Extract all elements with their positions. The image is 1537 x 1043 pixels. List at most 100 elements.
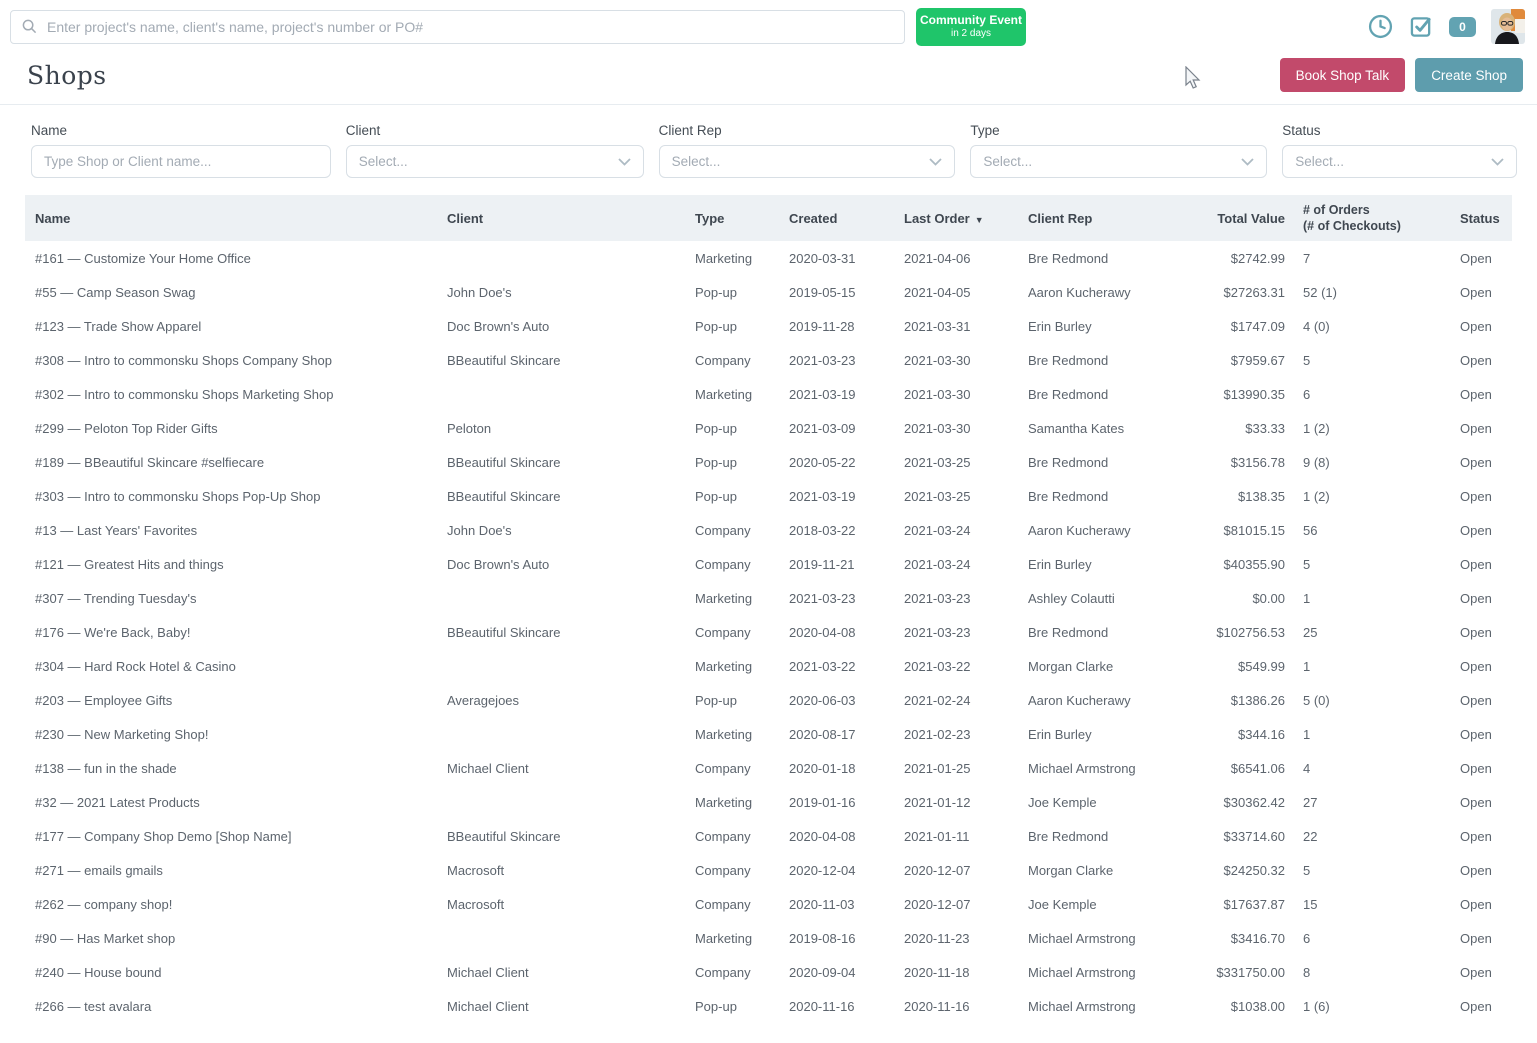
- global-search-input[interactable]: [10, 10, 905, 44]
- cell-shop-name[interactable]: #303 — Intro to commonsku Shops Pop-Up S…: [25, 489, 437, 504]
- avatar[interactable]: [1491, 9, 1525, 44]
- cell-last-order: 2021-01-25: [894, 761, 1018, 776]
- column-header-client-rep[interactable]: Client Rep: [1018, 211, 1203, 226]
- filter-name-input[interactable]: [44, 154, 318, 169]
- community-event-badge[interactable]: Community Event in 2 days: [916, 8, 1026, 46]
- column-header-orders[interactable]: # of Orders (# of Checkouts): [1303, 202, 1460, 235]
- cell-shop-name[interactable]: #189 — BBeautiful Skincare #selfiecare: [25, 455, 437, 470]
- cell-orders: 5: [1303, 863, 1460, 878]
- chevron-down-icon: [618, 158, 631, 166]
- filter-client-label: Client: [346, 123, 644, 138]
- table-row[interactable]: #176 — We're Back, Baby! BBeautiful Skin…: [25, 615, 1512, 649]
- cell-shop-name[interactable]: #299 — Peloton Top Rider Gifts: [25, 421, 437, 436]
- table-row[interactable]: #55 — Camp Season Swag John Doe's Pop-up…: [25, 275, 1512, 309]
- cell-shop-name[interactable]: #176 — We're Back, Baby!: [25, 625, 437, 640]
- cell-shop-name[interactable]: #240 — House bound: [25, 965, 437, 980]
- cell-last-order: 2021-03-30: [894, 421, 1018, 436]
- column-header-name[interactable]: Name: [25, 211, 437, 226]
- table-row[interactable]: #189 — BBeautiful Skincare #selfiecare B…: [25, 445, 1512, 479]
- filter-status-select[interactable]: Select...: [1282, 145, 1517, 178]
- cell-shop-name[interactable]: #230 — New Marketing Shop!: [25, 727, 437, 742]
- cell-shop-name[interactable]: #262 — company shop!: [25, 897, 437, 912]
- table-row[interactable]: #304 — Hard Rock Hotel & Casino Marketin…: [25, 649, 1512, 683]
- cell-last-order: 2021-03-22: [894, 659, 1018, 674]
- table-row[interactable]: #121 — Greatest Hits and things Doc Brow…: [25, 547, 1512, 581]
- tasks-icon[interactable]: [1408, 14, 1434, 40]
- filter-client-rep-select[interactable]: Select...: [659, 145, 956, 178]
- cell-shop-name[interactable]: #123 — Trade Show Apparel: [25, 319, 437, 334]
- cell-shop-name[interactable]: #266 — test avalara: [25, 999, 437, 1014]
- column-header-last-order[interactable]: Last Order▼: [894, 211, 1018, 226]
- cell-client-rep: Erin Burley: [1018, 319, 1203, 334]
- cell-total-value: $102756.53: [1203, 625, 1303, 640]
- cell-shop-name[interactable]: #161 — Customize Your Home Office: [25, 251, 437, 266]
- column-header-total-value[interactable]: Total Value: [1203, 211, 1303, 226]
- filter-type-select[interactable]: Select...: [970, 145, 1267, 178]
- column-header-orders-line1: # of Orders: [1303, 202, 1460, 218]
- table-row[interactable]: #271 — emails gmails Macrosoft Company 2…: [25, 853, 1512, 887]
- clock-icon[interactable]: [1367, 14, 1393, 40]
- table-row[interactable]: #308 — Intro to commonsku Shops Company …: [25, 343, 1512, 377]
- filter-type-value: Select...: [983, 154, 1032, 169]
- cell-shop-name[interactable]: #177 — Company Shop Demo [Shop Name]: [25, 829, 437, 844]
- cell-shop-name[interactable]: #307 — Trending Tuesday's: [25, 591, 437, 606]
- cell-client-rep: Bre Redmond: [1018, 455, 1203, 470]
- cell-status: Open: [1460, 285, 1512, 300]
- table-row[interactable]: #32 — 2021 Latest Products Marketing 201…: [25, 785, 1512, 819]
- cell-last-order: 2021-01-11: [894, 829, 1018, 844]
- cell-shop-name[interactable]: #121 — Greatest Hits and things: [25, 557, 437, 572]
- cell-last-order: 2021-02-24: [894, 693, 1018, 708]
- cell-shop-name[interactable]: #55 — Camp Season Swag: [25, 285, 437, 300]
- column-header-type[interactable]: Type: [685, 211, 779, 226]
- table-row[interactable]: #123 — Trade Show Apparel Doc Brown's Au…: [25, 309, 1512, 343]
- cell-total-value: $27263.31: [1203, 285, 1303, 300]
- cell-created: 2021-03-23: [779, 353, 894, 368]
- table-row[interactable]: #138 — fun in the shade Michael Client C…: [25, 751, 1512, 785]
- filter-client-select[interactable]: Select...: [346, 145, 644, 178]
- cell-shop-name[interactable]: #138 — fun in the shade: [25, 761, 437, 776]
- sort-descending-icon: ▼: [975, 215, 984, 225]
- table-row[interactable]: #90 — Has Market shop Marketing 2019-08-…: [25, 921, 1512, 955]
- cell-created: 2019-11-28: [779, 319, 894, 334]
- table-row[interactable]: #13 — Last Years' Favorites John Doe's C…: [25, 513, 1512, 547]
- table-row[interactable]: #307 — Trending Tuesday's Marketing 2021…: [25, 581, 1512, 615]
- table-row[interactable]: #266 — test avalara Michael Client Pop-u…: [25, 989, 1512, 1023]
- table-row[interactable]: #299 — Peloton Top Rider Gifts Peloton P…: [25, 411, 1512, 445]
- table-row[interactable]: #303 — Intro to commonsku Shops Pop-Up S…: [25, 479, 1512, 513]
- cell-shop-name[interactable]: #271 — emails gmails: [25, 863, 437, 878]
- table-row[interactable]: #262 — company shop! Macrosoft Company 2…: [25, 887, 1512, 921]
- table-row[interactable]: #161 — Customize Your Home Office Market…: [25, 241, 1512, 275]
- cell-created: 2018-03-22: [779, 523, 894, 538]
- filter-client-rep-label: Client Rep: [659, 123, 956, 138]
- book-shop-talk-button[interactable]: Book Shop Talk: [1280, 58, 1406, 92]
- cell-client: BBeautiful Skincare: [437, 489, 685, 504]
- cell-shop-name[interactable]: #203 — Employee Gifts: [25, 693, 437, 708]
- cell-created: 2020-05-22: [779, 455, 894, 470]
- cell-created: 2021-03-22: [779, 659, 894, 674]
- cell-shop-name[interactable]: #304 — Hard Rock Hotel & Casino: [25, 659, 437, 674]
- cell-status: Open: [1460, 761, 1512, 776]
- cell-shop-name[interactable]: #308 — Intro to commonsku Shops Company …: [25, 353, 437, 368]
- notification-count-badge[interactable]: 0: [1449, 17, 1476, 37]
- global-search[interactable]: [10, 10, 905, 44]
- column-header-created[interactable]: Created: [779, 211, 894, 226]
- cell-orders: 4: [1303, 761, 1460, 776]
- cell-client: John Doe's: [437, 285, 685, 300]
- table-row[interactable]: #240 — House bound Michael Client Compan…: [25, 955, 1512, 989]
- cell-shop-name[interactable]: #302 — Intro to commonsku Shops Marketin…: [25, 387, 437, 402]
- cell-shop-name[interactable]: #32 — 2021 Latest Products: [25, 795, 437, 810]
- cell-shop-name[interactable]: #90 — Has Market shop: [25, 931, 437, 946]
- column-header-status[interactable]: Status: [1460, 211, 1512, 226]
- cell-type: Pop-up: [685, 693, 779, 708]
- create-shop-button[interactable]: Create Shop: [1415, 58, 1523, 92]
- table-row[interactable]: #230 — New Marketing Shop! Marketing 202…: [25, 717, 1512, 751]
- table-row[interactable]: #302 — Intro to commonsku Shops Marketin…: [25, 377, 1512, 411]
- table-row[interactable]: #177 — Company Shop Demo [Shop Name] BBe…: [25, 819, 1512, 853]
- column-header-client[interactable]: Client: [437, 211, 685, 226]
- cell-shop-name[interactable]: #13 — Last Years' Favorites: [25, 523, 437, 538]
- cell-orders: 25: [1303, 625, 1460, 640]
- cell-orders: 56: [1303, 523, 1460, 538]
- cell-type: Company: [685, 625, 779, 640]
- cell-client: Peloton: [437, 421, 685, 436]
- table-row[interactable]: #203 — Employee Gifts Averagejoes Pop-up…: [25, 683, 1512, 717]
